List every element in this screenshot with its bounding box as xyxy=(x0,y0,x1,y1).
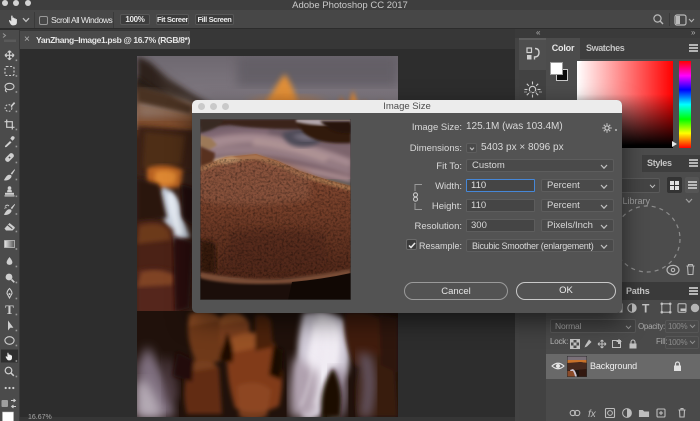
svg-text:T: T xyxy=(642,302,650,316)
svg-text:fx: fx xyxy=(588,409,597,420)
svg-text:T: T xyxy=(5,302,14,317)
